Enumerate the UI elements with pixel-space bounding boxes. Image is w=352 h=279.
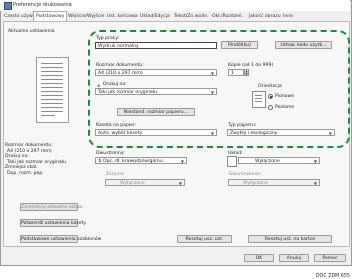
current-settings-label: Aktualne ustawienia [8,29,55,34]
window-title: Preferencje drukowania [13,2,72,8]
duplex-value: Opc. dł. krawędzi/w/górnu [103,159,163,164]
tab-text-watermark[interactable]: Tekst/Zn.wodn. [172,12,211,21]
chevron-down-icon: ▼ [178,181,182,186]
printer-icon [4,2,12,10]
layout-page-icon [227,156,237,167]
page-preview [36,57,69,123]
tab-layout-edit[interactable]: Układ/Edycja [138,12,172,21]
tab-finishing[interactable]: Ust. końcowa [105,12,140,21]
punch-label: Dziurkowanie: [229,172,262,177]
tab-cover-separator[interactable]: Okł./Rozdziel. [210,12,245,21]
register-current-settings-button[interactable]: Zarejestruj aktualne ustaw. [20,203,84,211]
settings-summary: Rozmiar dokumentu: A4 (210 x 297 mm) Dru… [5,143,66,176]
tab-input-output[interactable]: Wejście/Wyjście [66,12,106,21]
tab-frequent[interactable]: Często używ. [2,12,36,21]
staple-value: Wyłączone [120,181,145,186]
staple-select[interactable]: Wyłączone ▼ [105,179,185,186]
title-bar: Preferencje drukowania [0,0,350,11]
tab-image-quality[interactable]: Jakość obrazu [247,12,283,21]
duplex-label: Dwustronny: [96,151,125,156]
tab-other[interactable]: Inne [281,12,295,21]
confirm-tray-settings-button[interactable]: Potwierdź ustawienia kasety [20,219,86,227]
layout-value: Wyłączone [255,159,280,164]
reset-all-settings-button[interactable]: Resetuj ust. na kartce [248,235,332,243]
chevron-down-icon: ▼ [180,159,184,164]
layout-select[interactable]: Wyłączone ▼ [238,157,320,164]
staple-label: Zszycie: [106,172,125,177]
punch-value: Wyłączone [243,181,268,186]
duplex-icon: ⇅ [98,159,102,164]
basic-template-settings-button[interactable]: Podstawowe ustawienia szablonów [20,235,101,243]
duplex-select[interactable]: ⇅ Opc. dł. krawędzi/w/górnu ▼ [95,157,187,164]
reset-current-settings-button[interactable]: Resetuj usz. ust. [177,235,232,243]
ok-button[interactable]: OK [244,254,274,262]
highlight-frame [88,30,350,148]
image-code: DOC ZDM 655 [315,274,350,279]
chevron-down-icon: ▼ [313,159,317,164]
cancel-button[interactable]: Anuluj [279,254,309,262]
help-button[interactable]: Pomoc [314,254,346,262]
chevron-down-icon: ▼ [313,181,317,186]
summary-line: Dop. rozm. pap. [7,170,44,176]
punch-select[interactable]: Wyłączone ▼ [228,179,320,186]
